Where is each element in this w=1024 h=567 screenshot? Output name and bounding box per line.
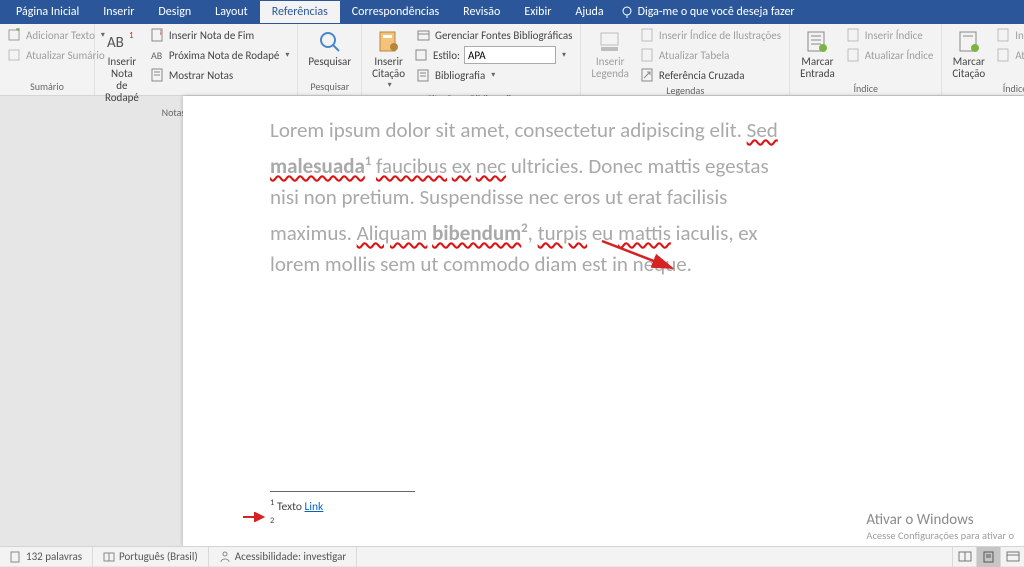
- status-bar: 132 palavras Português (Brasil) Acessibi…: [0, 546, 1024, 566]
- activation-watermark: Ativar o Windows Acesse Configurações pa…: [866, 511, 1014, 542]
- markcit-icon: [957, 30, 981, 54]
- markentry-icon: [805, 30, 829, 54]
- insidx-icon: [847, 28, 861, 42]
- update-icon: [8, 48, 22, 62]
- shownotes-icon: [151, 68, 165, 82]
- tell-me-label: Diga-me o que você deseja fazer: [638, 5, 795, 19]
- research[interactable]: Pesquisar: [304, 26, 355, 70]
- tab-layout[interactable]: Layout: [203, 1, 260, 23]
- tab-home[interactable]: Página Inicial: [4, 1, 91, 23]
- group-sumario-label: Sumário: [6, 80, 88, 95]
- group-indice-label: Índice: [796, 82, 935, 95]
- insert-citation[interactable]: InserirCitação▾: [368, 26, 409, 92]
- nextnote-icon: AB: [151, 48, 165, 62]
- next-footnote[interactable]: ABPróxima Nota de Rodapé▾: [149, 46, 292, 64]
- tab-help[interactable]: Ajuda: [563, 1, 615, 23]
- word-count[interactable]: 132 palavras: [0, 547, 93, 567]
- update-auth-table: Atualizar Tabela: [995, 46, 1024, 64]
- caption-icon: [598, 30, 622, 54]
- tab-design[interactable]: Design: [146, 1, 203, 23]
- red-pointer-icon: [243, 512, 267, 522]
- bib-icon: [417, 68, 431, 82]
- svg-text:AB: AB: [151, 49, 163, 62]
- ribbon-tabs: Página Inicial Inserir Design Layout Ref…: [0, 0, 1024, 24]
- cross-reference[interactable]: Referência Cruzada: [639, 66, 783, 84]
- insert-index: Inserir Índice: [845, 26, 936, 44]
- ribbon: Adicionar Texto▾ Atualizar Sumário Sumár…: [0, 24, 1024, 96]
- view-read[interactable]: [952, 547, 976, 567]
- print-icon: [982, 551, 996, 563]
- tab-view[interactable]: Exibir: [512, 1, 563, 23]
- insert-endnote[interactable]: iInserir Nota de Fim: [149, 26, 292, 44]
- read-icon: [958, 551, 972, 563]
- update-toc: Atualizar Sumário: [6, 46, 107, 64]
- tab-references[interactable]: Referências: [260, 1, 340, 23]
- view-web[interactable]: [1000, 547, 1024, 567]
- tell-me[interactable]: Diga-me o que você deseja fazer: [620, 5, 795, 19]
- insert-caption[interactable]: InserirLegenda: [587, 26, 633, 82]
- footnote-separator: [270, 491, 415, 492]
- figidx-icon: [641, 28, 655, 42]
- authupd-icon: [997, 48, 1011, 62]
- group-auth-label: Índice de Autoridades: [948, 82, 1024, 95]
- svg-text:AB: AB: [107, 34, 124, 52]
- web-icon: [1006, 551, 1020, 563]
- addtext-icon: [8, 28, 22, 42]
- updtbl-icon: [641, 48, 655, 62]
- footnote-link[interactable]: Link: [305, 500, 324, 514]
- update-table-leg: Atualizar Tabela: [639, 46, 783, 64]
- book-icon: [103, 551, 115, 563]
- bibliography[interactable]: Bibliografia▾: [415, 66, 574, 84]
- authidx-icon: [997, 28, 1011, 42]
- sources-icon: [417, 28, 431, 42]
- mark-citation[interactable]: MarcarCitação: [948, 26, 989, 82]
- manage-sources[interactable]: Gerenciar Fontes Bibliográficas: [415, 26, 574, 44]
- tab-insert[interactable]: Inserir: [91, 1, 146, 23]
- endnote-icon: i: [151, 28, 165, 42]
- tab-mailings[interactable]: Correspondências: [340, 1, 451, 23]
- updidx-icon: [847, 48, 861, 62]
- mark-entry[interactable]: MarcarEntrada: [796, 26, 839, 82]
- lightbulb-icon: [620, 5, 634, 19]
- insert-auth-index: Inserir Índice de Autoridades: [995, 26, 1024, 44]
- show-notes[interactable]: Mostrar Notas: [149, 66, 292, 84]
- insert-footnote[interactable]: AB1 Inserir Notade Rodapé: [101, 26, 143, 106]
- view-print[interactable]: [976, 547, 1000, 567]
- style-icon: [415, 48, 429, 62]
- view-buttons: [952, 547, 1024, 567]
- insert-figure-index: Inserir Índice de Ilustrações: [639, 26, 783, 44]
- page-icon: [10, 551, 22, 563]
- footnote-icon: AB 1: [107, 29, 137, 55]
- add-text[interactable]: Adicionar Texto▾: [6, 26, 107, 44]
- crossref-icon: [641, 68, 655, 82]
- citation-style[interactable]: Estilo:▾: [415, 46, 574, 64]
- group-pesquisar-label: Pesquisar: [304, 80, 355, 95]
- style-input[interactable]: [464, 46, 556, 64]
- body-text[interactable]: Lorem ipsum dolor sit amet, consectetur …: [270, 115, 790, 280]
- update-index: Atualizar Índice: [845, 46, 936, 64]
- accessibility[interactable]: Acessibilidade: investigar: [209, 547, 358, 567]
- magnify-icon: [318, 30, 342, 54]
- svg-text:1: 1: [129, 30, 134, 41]
- tab-review[interactable]: Revisão: [451, 1, 512, 23]
- document-page[interactable]: Lorem ipsum dolor sit amet, consectetur …: [183, 96, 1024, 546]
- footnote-area[interactable]: 1 Texto Link 2: [270, 491, 415, 532]
- person-icon: [219, 551, 231, 563]
- citation-icon: [377, 30, 401, 54]
- language[interactable]: Português (Brasil): [93, 547, 209, 567]
